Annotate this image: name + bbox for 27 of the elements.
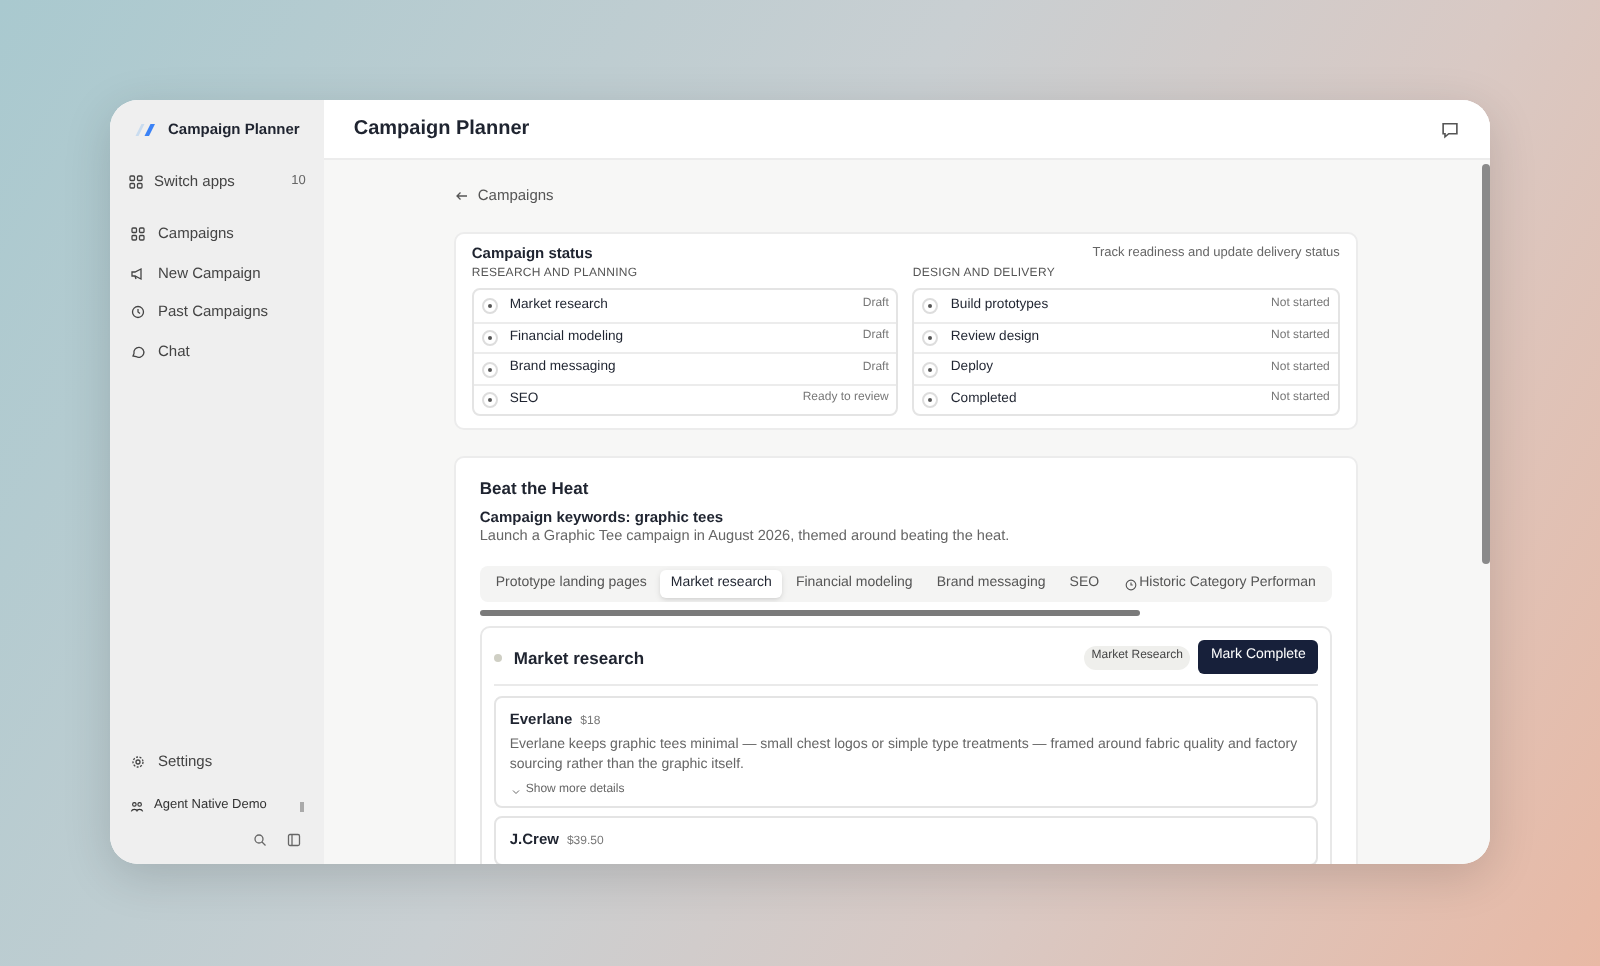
scrollbar[interactable] <box>1481 164 1490 564</box>
status-dot-icon <box>922 392 939 408</box>
clock-icon <box>1123 577 1138 592</box>
section-title: Market research <box>513 647 647 669</box>
grid-icon <box>128 174 144 190</box>
status-dot-icon <box>481 330 498 346</box>
history-icon <box>130 304 146 320</box>
back-arrow-icon <box>453 187 470 204</box>
grid-icon <box>130 226 146 242</box>
status-dot-icon <box>481 392 498 408</box>
page-title: Campaign Planner <box>353 116 530 144</box>
settings-icon <box>130 754 146 770</box>
chat-icon <box>130 343 146 359</box>
comment-icon[interactable] <box>1439 119 1460 139</box>
megaphone-icon <box>130 265 146 281</box>
search-icon[interactable] <box>251 832 268 848</box>
status-dot-icon <box>481 361 498 377</box>
status-dot-icon <box>922 298 939 314</box>
people-icon <box>130 799 144 813</box>
logo-icon <box>134 122 158 138</box>
status-dot-icon <box>922 330 939 346</box>
chevron-icon <box>509 785 522 798</box>
status-dot-icon <box>922 361 939 377</box>
sidebar-toggle-icon[interactable] <box>285 832 302 848</box>
horizontal-scrollbar[interactable] <box>479 610 1140 617</box>
campaign-title: Beat the Heat <box>479 478 591 500</box>
status-dot-icon <box>481 298 498 314</box>
